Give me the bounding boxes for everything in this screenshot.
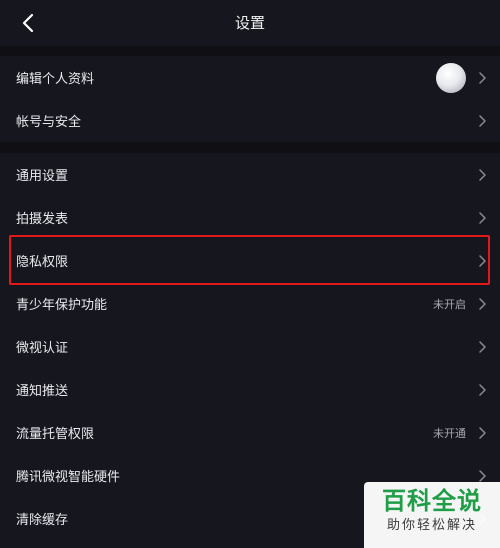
chevron-right-icon <box>479 297 486 310</box>
row-label: 清除缓存 <box>16 513 69 528</box>
back-button[interactable] <box>14 8 42 38</box>
page-title: 设置 <box>234 14 265 32</box>
row-label: 腾讯微视智能硬件 <box>16 470 121 485</box>
chevron-right-icon <box>479 211 486 224</box>
chevron-right-icon <box>479 168 486 181</box>
status-value: 未开启 <box>433 297 466 311</box>
chevron-right-icon <box>479 71 486 84</box>
row-notifications[interactable]: 通知推送 <box>0 368 500 411</box>
status-value: 未开通 <box>433 426 466 440</box>
chevron-right-icon <box>479 469 486 482</box>
chevron-right-icon <box>479 340 486 353</box>
row-label: 流量托管权限 <box>16 427 95 442</box>
chevron-left-icon <box>22 13 34 33</box>
row-weishi-verification[interactable]: 微视认证 <box>0 325 500 368</box>
row-label: 青少年保护功能 <box>16 298 108 313</box>
chevron-right-icon <box>479 383 486 396</box>
row-capture-publish[interactable]: 拍摄发表 <box>0 196 500 239</box>
highlight-box <box>9 235 490 285</box>
row-label: 通用设置 <box>16 169 69 184</box>
avatar <box>436 62 466 93</box>
row-label: 编辑个人资料 <box>16 72 95 87</box>
row-label: 微视认证 <box>16 341 69 356</box>
row-general-settings[interactable]: 通用设置 <box>0 153 500 196</box>
watermark-subtitle: 助你轻松解决 <box>386 518 477 533</box>
row-data-hosting[interactable]: 流量托管权限 未开通 <box>0 411 500 454</box>
watermark-logo: 百科全说 助你轻松解决 <box>364 482 500 548</box>
account-group: 编辑个人资料 帐号与安全 <box>0 56 500 142</box>
settings-screen: 设置 编辑个人资料 帐号与安全 通用设置 拍摄发表 隐私权限 青少年保护功能 未… <box>0 0 500 548</box>
row-label: 帐号与安全 <box>16 115 82 130</box>
row-youth-protection[interactable]: 青少年保护功能 未开启 <box>0 282 500 325</box>
top-bar: 设置 <box>0 0 500 46</box>
row-label: 通知推送 <box>16 384 69 399</box>
row-account-security[interactable]: 帐号与安全 <box>0 99 500 142</box>
chevron-right-icon <box>479 114 486 127</box>
watermark-title: 百科全说 <box>382 487 482 515</box>
row-label: 拍摄发表 <box>16 212 69 227</box>
row-edit-profile[interactable]: 编辑个人资料 <box>0 56 500 99</box>
chevron-right-icon <box>479 426 486 439</box>
